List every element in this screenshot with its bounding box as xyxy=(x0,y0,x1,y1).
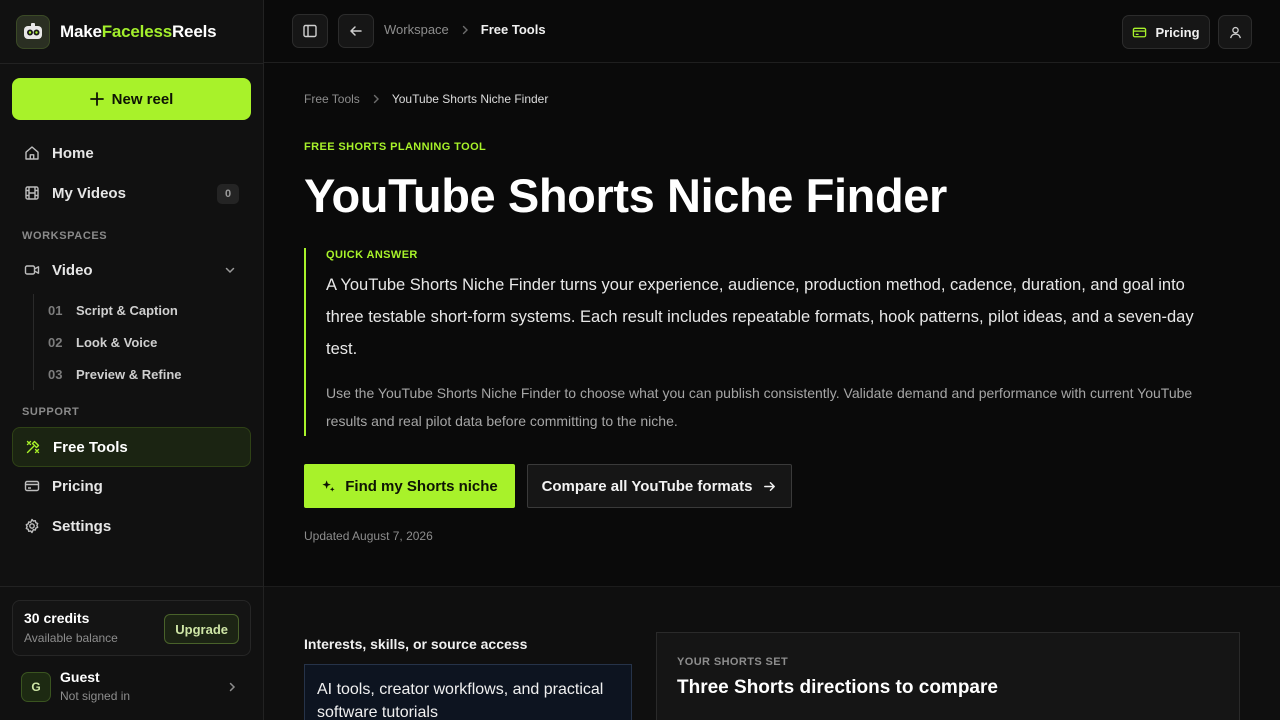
compare-formats-button[interactable]: Compare all YouTube formats xyxy=(527,464,792,508)
sidebar-item-home[interactable]: Home xyxy=(12,134,251,172)
step-number: 01 xyxy=(48,302,63,318)
sidebar-item-label: Free Tools xyxy=(53,438,128,456)
step-number: 02 xyxy=(48,334,63,350)
arrow-left-icon xyxy=(350,26,362,36)
new-reel-button[interactable]: New reel xyxy=(12,78,251,120)
step-label: Look & Voice xyxy=(76,334,158,350)
secondary-cta-label: Compare all YouTube formats xyxy=(541,477,753,495)
user-menu[interactable]: G Guest Not signed in xyxy=(12,664,251,710)
user-icon xyxy=(1229,26,1241,38)
sidebar-toggle-icon xyxy=(303,24,317,38)
interests-input[interactable]: AI tools, creator workflows, and practic… xyxy=(304,664,632,720)
interests-field-label: Interests, skills, or source access xyxy=(304,636,528,652)
find-shorts-niche-button[interactable]: Find my Shorts niche xyxy=(304,464,515,508)
sidebar: MakeFacelessReels New reel Home My Video… xyxy=(0,0,264,720)
step-label: Preview & Refine xyxy=(76,366,182,382)
pricing-button[interactable]: Pricing xyxy=(1122,15,1210,49)
sidebar-item-label: Video xyxy=(52,261,93,279)
page-breadcrumb: Free Tools YouTube Shorts Niche Finder xyxy=(304,92,548,106)
sidebar-item-label: Pricing xyxy=(52,477,103,495)
new-reel-label: New reel xyxy=(111,90,174,108)
page-title: YouTube Shorts Niche Finder xyxy=(304,169,947,222)
workspace-step-preview[interactable]: 03 Preview & Refine xyxy=(48,364,182,384)
user-name: Guest xyxy=(60,669,100,685)
breadcrumb-free-tools-link[interactable]: Free Tools xyxy=(304,92,360,106)
card-icon xyxy=(1133,27,1147,37)
breadcrumb-current: YouTube Shorts Niche Finder xyxy=(391,92,549,106)
quick-answer-note: Use the YouTube Shorts Niche Finder to c… xyxy=(326,385,1193,429)
back-button[interactable] xyxy=(338,14,374,48)
sidebar-item-settings[interactable]: Settings xyxy=(12,507,251,545)
gear-icon xyxy=(25,518,39,534)
home-icon xyxy=(25,146,39,160)
upgrade-button[interactable]: Upgrade xyxy=(164,614,239,644)
sidebar-item-label: My Videos xyxy=(52,184,126,202)
topbar: Workspace Free Tools Pricing xyxy=(264,0,1280,63)
primary-cta-label: Find my Shorts niche xyxy=(345,477,498,495)
videos-count-badge: 0 xyxy=(217,184,239,204)
video-icon xyxy=(24,265,40,275)
credits-card: 30 credits Available balance Upgrade xyxy=(12,600,251,656)
workspace-steps-rail xyxy=(33,294,34,390)
step-label: Script & Caption xyxy=(76,302,178,318)
workspace-step-look-voice[interactable]: 02 Look & Voice xyxy=(48,332,157,352)
credits-subtitle: Available balance xyxy=(24,631,118,645)
chevron-right-icon xyxy=(373,94,379,104)
brand-name: MakeFacelessReels xyxy=(60,22,217,41)
user-status: Not signed in xyxy=(60,689,131,703)
sidebar-item-label: Settings xyxy=(52,517,112,535)
avatar: G xyxy=(21,672,51,702)
breadcrumb-workspace-link[interactable]: Workspace xyxy=(384,22,449,37)
sidebar-item-pricing[interactable]: Pricing xyxy=(12,467,251,505)
sidebar-item-video-workspace[interactable]: Video xyxy=(12,251,251,289)
sidebar-divider xyxy=(0,63,263,64)
results-title: Three Shorts directions to compare xyxy=(677,677,998,698)
updated-date: Updated August 7, 2026 xyxy=(304,529,433,543)
toggle-sidebar-button[interactable] xyxy=(292,14,328,48)
card-icon xyxy=(24,480,40,492)
sidebar-item-free-tools[interactable]: Free Tools xyxy=(12,427,251,467)
chevron-right-icon xyxy=(229,682,236,692)
step-number: 03 xyxy=(48,366,63,382)
credits-amount: 30 credits xyxy=(24,610,90,626)
sidebar-item-my-videos[interactable]: My Videos 0 xyxy=(12,174,251,212)
film-icon xyxy=(25,186,39,200)
support-section-label: SUPPORT xyxy=(22,406,80,418)
page-eyebrow: FREE SHORTS PLANNING TOOL xyxy=(304,141,487,153)
sidebar-item-label: Home xyxy=(52,144,94,162)
arrow-right-icon xyxy=(764,481,776,491)
account-button[interactable] xyxy=(1218,15,1252,49)
quick-answer: QUICK ANSWER A YouTube Shorts Niche Find… xyxy=(304,248,1204,436)
breadcrumb: Workspace Free Tools xyxy=(384,22,546,37)
quick-answer-label: QUICK ANSWER xyxy=(326,249,418,261)
plus-icon xyxy=(89,92,104,106)
tools-icon xyxy=(26,440,40,454)
chevron-right-icon xyxy=(462,25,468,34)
workspaces-section-label: WORKSPACES xyxy=(22,230,108,242)
results-eyebrow: YOUR SHORTS SET xyxy=(677,656,789,668)
workspace-step-script[interactable]: 01 Script & Caption xyxy=(48,300,178,320)
breadcrumb-current: Free Tools xyxy=(480,22,546,37)
sparkle-icon xyxy=(322,479,335,492)
brand-logo-icon xyxy=(16,15,50,49)
sidebar-divider xyxy=(0,586,263,587)
results-card: YOUR SHORTS SET Three Shorts directions … xyxy=(656,632,1240,720)
brand[interactable]: MakeFacelessReels xyxy=(16,15,217,49)
pricing-button-label: Pricing xyxy=(1155,24,1200,40)
quick-answer-text: A YouTube Shorts Niche Finder turns your… xyxy=(326,276,1194,358)
chevron-down-icon xyxy=(225,267,235,274)
